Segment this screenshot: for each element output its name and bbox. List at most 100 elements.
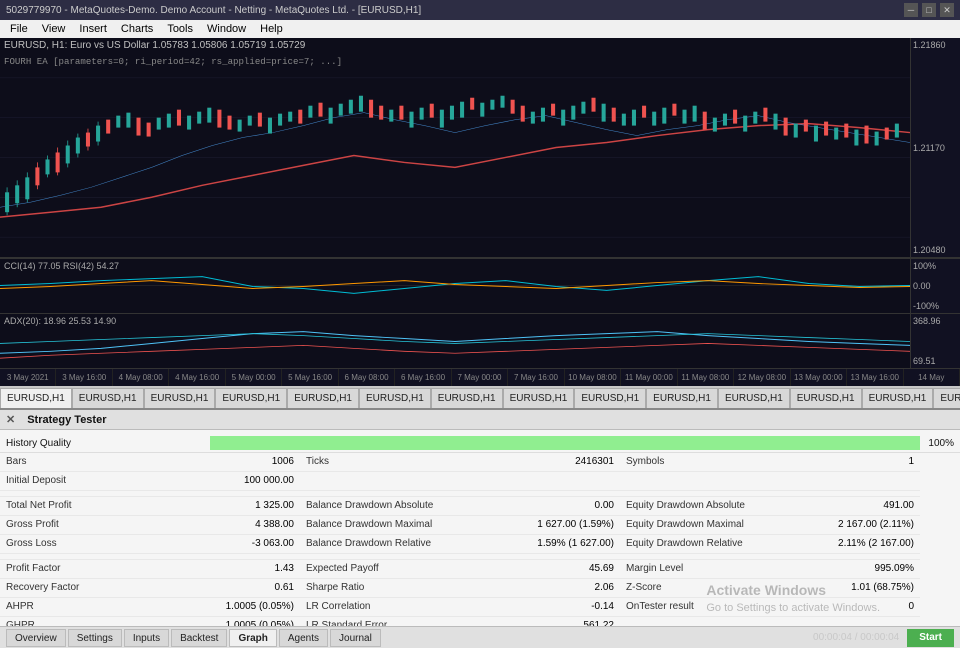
svg-text:FOURH EA [parameters=0; ri_per: FOURH EA [parameters=0; ri_period=42; rs…: [4, 56, 342, 67]
time-6: 6 May 08:00: [339, 369, 395, 386]
tab-backtest[interactable]: Backtest: [171, 629, 227, 647]
expected-payoff-label: Expected Payoff: [300, 560, 500, 579]
menu-bar: File View Insert Charts Tools Window Hel…: [0, 20, 960, 38]
profit-factor-label: Profit Factor: [0, 560, 200, 579]
tab-settings[interactable]: Settings: [68, 629, 122, 647]
title-text: 5029779970 - MetaQuotes-Demo. Demo Accou…: [6, 5, 421, 16]
time-13: 12 May 08:00: [734, 369, 790, 386]
ahpr-label: AHPR: [0, 598, 200, 617]
adx-svg: [0, 314, 910, 368]
equity-drawdown-abs-value: 491.00: [820, 497, 920, 516]
bottom-bar: Overview Settings Inputs Backtest Graph …: [0, 626, 960, 648]
time-4: 5 May 00:00: [226, 369, 282, 386]
chart-tab-5[interactable]: EURUSD,H1: [359, 388, 431, 408]
symbols-label: Symbols: [620, 453, 820, 472]
tab-inputs[interactable]: Inputs: [124, 629, 169, 647]
chart-tab-9[interactable]: EURUSD,H1: [646, 388, 718, 408]
lr-correlation-value: -0.14: [500, 598, 620, 617]
total-net-profit-value: 1 325.00: [200, 497, 300, 516]
total-net-profit-label: Total Net Profit: [0, 497, 200, 516]
ghpr-label: GHPR: [0, 617, 200, 626]
time-0: 3 May 2021: [0, 369, 56, 386]
ahpr-value: 1.0005 (0.05%): [200, 598, 300, 617]
balance-drawdown-max-value: 1 627.00 (1.59%): [500, 516, 620, 535]
main-chart: EURUSD, H1: Euro vs US Dollar 1.05783 1.…: [0, 38, 960, 258]
tab-graph[interactable]: Graph: [229, 629, 276, 647]
z-score-value: 1.01 (68.75%): [820, 579, 920, 598]
ticks-label: Ticks: [300, 453, 500, 472]
time-7: 6 May 16:00: [395, 369, 451, 386]
time-12: 11 May 08:00: [678, 369, 734, 386]
symbols-value: 1: [820, 453, 920, 472]
initial-deposit-label: Initial Deposit: [0, 472, 200, 491]
ontester-label: OnTester result: [620, 598, 820, 617]
bottom-right-controls: 00:00:04 / 00:00:04 Start: [813, 629, 954, 647]
adx-label: ADX(20): 18.96 25.53 14.90: [4, 316, 116, 326]
lr-correlation-label: LR Correlation: [300, 598, 500, 617]
gross-loss-label: Gross Loss: [0, 535, 200, 554]
balance-drawdown-max-label: Balance Drawdown Maximal: [300, 516, 500, 535]
chart-tab-2[interactable]: EURUSD,H1: [144, 388, 216, 408]
menu-help[interactable]: Help: [254, 20, 289, 38]
price-3: 1.20480: [913, 245, 958, 255]
gross-profit-value: 4 388.00: [200, 516, 300, 535]
chart-tab-10[interactable]: EURUSD,H1: [718, 388, 790, 408]
profit-factor-value: 1.43: [200, 560, 300, 579]
chart-tab-4[interactable]: EURUSD,H1: [287, 388, 359, 408]
chart-tab-8[interactable]: EURUSD,H1: [574, 388, 646, 408]
lr-std-error-value: 561.22: [500, 617, 620, 626]
chart-tab-11[interactable]: EURUSD,H1: [790, 388, 862, 408]
time-8: 7 May 00:00: [452, 369, 508, 386]
gross-loss-value: -3 063.00: [200, 535, 300, 554]
price-1: 1.21860: [913, 40, 958, 50]
equity-drawdown-rel-value: 2.11% (2 167.00): [820, 535, 920, 554]
tab-agents[interactable]: Agents: [279, 629, 328, 647]
initial-deposit-value: 100 000.00: [200, 472, 300, 491]
chart-tab-7[interactable]: EURUSD,H1: [503, 388, 575, 408]
menu-file[interactable]: File: [4, 20, 34, 38]
minimize-button[interactable]: ─: [904, 3, 918, 17]
time-5: 5 May 16:00: [282, 369, 338, 386]
maximize-button[interactable]: □: [922, 3, 936, 17]
menu-view[interactable]: View: [36, 20, 72, 38]
time-16: 14 May: [904, 369, 960, 386]
time-2: 4 May 08:00: [113, 369, 169, 386]
chart-tab-13[interactable]: EURUSD,H1: [933, 388, 960, 408]
sub-chart-cci: CCI(14) 77.05 RSI(42) 54.27 100% 0.00 -1…: [0, 258, 960, 313]
timer-display: 00:00:04 / 00:00:04: [813, 632, 899, 643]
menu-insert[interactable]: Insert: [73, 20, 113, 38]
equity-drawdown-rel-label: Equity Drawdown Relative: [620, 535, 820, 554]
menu-tools[interactable]: Tools: [161, 20, 199, 38]
margin-level-label: Margin Level: [620, 560, 820, 579]
time-11: 11 May 00:00: [621, 369, 677, 386]
strategy-tester-content: History Quality 100% Bars 1006 Ticks 241…: [0, 430, 960, 626]
title-bar: 5029779970 - MetaQuotes-Demo. Demo Accou…: [0, 0, 960, 20]
bars-label: Bars: [0, 453, 200, 472]
recovery-factor-value: 0.61: [200, 579, 300, 598]
st-close-button[interactable]: ✕: [6, 413, 15, 426]
start-button[interactable]: Start: [907, 629, 954, 647]
chart-tab-3[interactable]: EURUSD,H1: [215, 388, 287, 408]
chart-tab-6[interactable]: EURUSD,H1: [431, 388, 503, 408]
ontester-value: 0: [820, 598, 920, 617]
tab-overview[interactable]: Overview: [6, 629, 66, 647]
chart-tab-1[interactable]: EURUSD,H1: [72, 388, 144, 408]
equity-drawdown-abs-label: Equity Drawdown Absolute: [620, 497, 820, 516]
chart-tab-0[interactable]: EURUSD,H1: [0, 388, 72, 408]
equity-drawdown-max-label: Equity Drawdown Maximal: [620, 516, 820, 535]
price-axis: 1.21860 1.21170 1.20480: [910, 38, 960, 257]
chart-tab-12[interactable]: EURUSD,H1: [862, 388, 934, 408]
time-10: 10 May 08:00: [565, 369, 621, 386]
time-1: 3 May 16:00: [56, 369, 112, 386]
time-axis: 3 May 2021 3 May 16:00 4 May 08:00 4 May…: [0, 368, 960, 386]
history-quality-bar: [210, 436, 920, 450]
cci-svg: [0, 259, 910, 313]
menu-window[interactable]: Window: [201, 20, 252, 38]
menu-charts[interactable]: Charts: [115, 20, 159, 38]
time-3: 4 May 16:00: [169, 369, 225, 386]
tab-journal[interactable]: Journal: [330, 629, 381, 647]
time-14: 13 May 00:00: [791, 369, 847, 386]
gross-profit-label: Gross Profit: [0, 516, 200, 535]
close-button[interactable]: ✕: [940, 3, 954, 17]
price-2: 1.21170: [913, 143, 958, 153]
